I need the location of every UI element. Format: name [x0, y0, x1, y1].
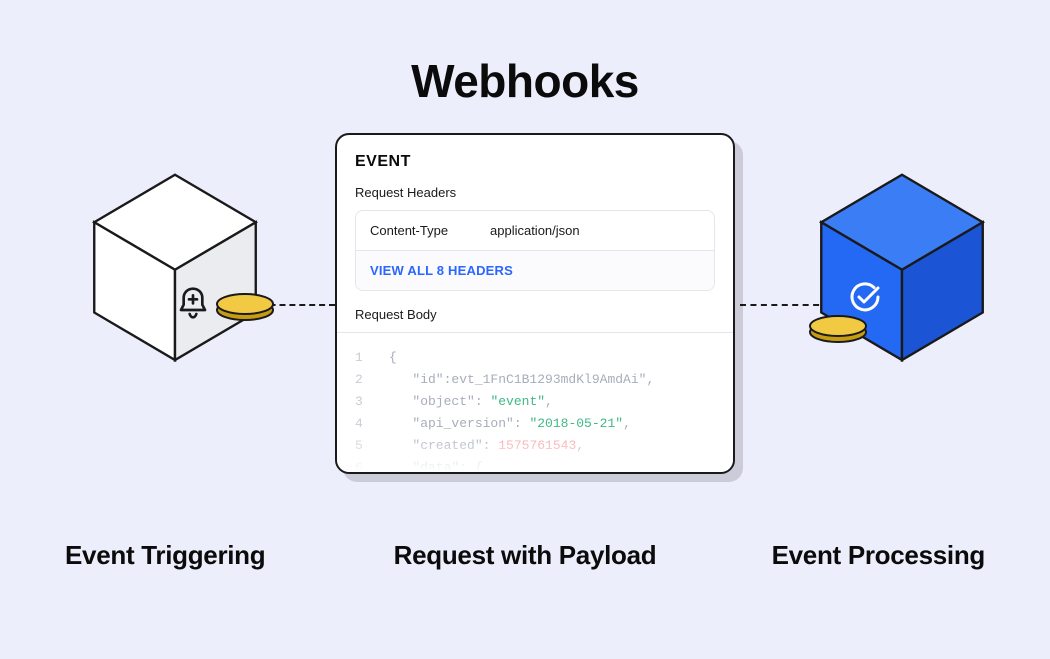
label-event-processing: Event Processing — [772, 540, 985, 571]
code-text: "created": 1575761543, — [389, 435, 584, 457]
event-card: EVENT Request Headers Content-Type appli… — [335, 133, 735, 474]
line-number: 1 — [355, 347, 389, 369]
line-number: 6 — [355, 457, 389, 472]
diagram-stage: EVENT Request Headers Content-Type appli… — [0, 140, 1050, 500]
code-text: "id":evt_1FnC1B1293mdKl9AmdAi", — [389, 369, 654, 391]
view-all-headers-button[interactable]: VIEW ALL 8 HEADERS — [356, 250, 714, 290]
request-headers-label: Request Headers — [355, 185, 715, 200]
header-key: Content-Type — [370, 223, 490, 238]
diagram-title: Webhooks — [411, 54, 639, 108]
code-line: 2 "id":evt_1FnC1B1293mdKl9AmdAi", — [355, 369, 715, 391]
line-number: 2 — [355, 369, 389, 391]
request-body-code: 1{2 "id":evt_1FnC1B1293mdKl9AmdAi",3 "ob… — [337, 332, 733, 472]
check-circle-icon — [848, 280, 882, 314]
event-triggering-cube — [85, 170, 265, 360]
header-value: application/json — [490, 223, 580, 238]
label-event-triggering: Event Triggering — [65, 540, 265, 571]
code-text: { — [389, 347, 397, 369]
code-line: 3 "object": "event", — [355, 391, 715, 413]
code-line: 1{ — [355, 347, 715, 369]
code-text: "object": "event", — [389, 391, 553, 413]
label-request-payload: Request with Payload — [394, 540, 657, 571]
code-line: 5 "created": 1575761543, — [355, 435, 715, 457]
headers-box: Content-Type application/json VIEW ALL 8… — [355, 210, 715, 291]
code-line: 4 "api_version": "2018-05-21", — [355, 413, 715, 435]
line-number: 5 — [355, 435, 389, 457]
line-number: 4 — [355, 413, 389, 435]
line-number: 3 — [355, 391, 389, 413]
stage-labels: Event Triggering Request with Payload Ev… — [0, 540, 1050, 571]
request-body-label: Request Body — [355, 307, 715, 322]
bell-plus-icon — [177, 286, 209, 322]
code-text: "api_version": "2018-05-21", — [389, 413, 631, 435]
code-text: "data": { — [389, 457, 483, 472]
code-line: 6 "data": { — [355, 457, 715, 472]
header-row: Content-Type application/json — [356, 211, 714, 250]
event-card-title: EVENT — [355, 153, 715, 171]
coin-right — [808, 314, 868, 342]
coin-left — [215, 292, 275, 320]
